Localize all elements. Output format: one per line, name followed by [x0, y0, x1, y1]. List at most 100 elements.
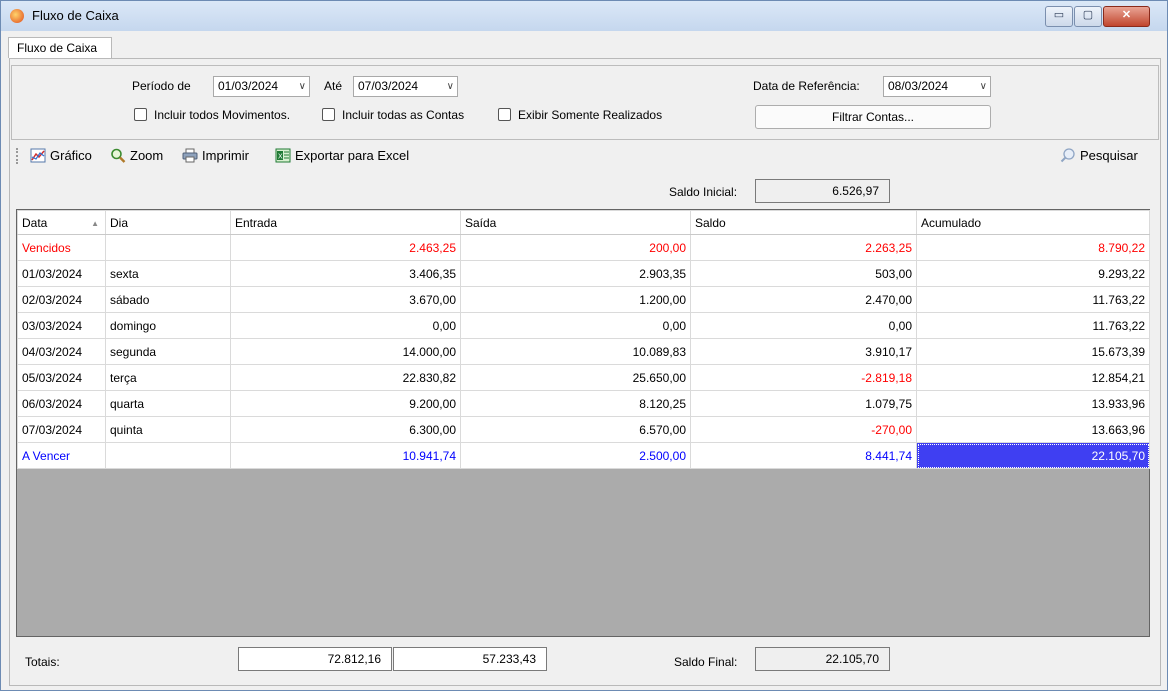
incluir-movimentos-checkbox[interactable]: Incluir todos Movimentos. [134, 108, 290, 124]
cell-dia[interactable]: terça [105, 364, 231, 391]
filtrar-contas-button[interactable]: Filtrar Contas... [755, 105, 991, 129]
cell-saida[interactable]: 0,00 [460, 312, 691, 339]
minimize-button[interactable]: ▭ [1045, 6, 1073, 27]
cell-dia[interactable]: sexta [105, 260, 231, 287]
column-header-saida[interactable]: Saída [460, 210, 691, 235]
periodo-label: Período de [132, 79, 191, 93]
zoom-button[interactable]: Zoom [110, 146, 163, 166]
table-row[interactable]: 03/03/2024 domingo 0,00 0,00 0,00 11.763… [17, 312, 1150, 339]
cell-saldo[interactable]: -270,00 [690, 416, 917, 443]
saldo-final-label: Saldo Final: [674, 655, 738, 669]
cell-entrada[interactable]: 10.941,74 [230, 442, 461, 469]
cell-saida[interactable]: 6.570,00 [460, 416, 691, 443]
cell-data[interactable]: 01/03/2024 [17, 260, 106, 287]
column-header-dia[interactable]: Dia [105, 210, 231, 235]
cell-saida[interactable]: 10.089,83 [460, 338, 691, 365]
data-referencia-label: Data de Referência: [753, 79, 860, 93]
cell-saldo[interactable]: 1.079,75 [690, 390, 917, 417]
exportar-excel-button[interactable]: X Exportar para Excel [275, 146, 409, 166]
table-row[interactable]: 06/03/2024 quarta 9.200,00 8.120,25 1.07… [17, 390, 1150, 417]
cell-saldo[interactable]: -2.819,18 [690, 364, 917, 391]
cell-dia[interactable]: quinta [105, 416, 231, 443]
maximize-button[interactable]: ▢ [1074, 6, 1102, 27]
cell-entrada[interactable]: 0,00 [230, 312, 461, 339]
table-row[interactable]: 07/03/2024 quinta 6.300,00 6.570,00 -270… [17, 416, 1150, 443]
cell-acumulado[interactable]: 15.673,39 [916, 338, 1150, 365]
cell-acumulado-selected[interactable]: 22.105,70 [916, 442, 1150, 469]
cell-data[interactable]: 06/03/2024 [17, 390, 106, 417]
cell-acumulado[interactable]: 13.663,96 [916, 416, 1150, 443]
cell-saida[interactable]: 1.200,00 [460, 286, 691, 313]
periodo-ate-date-picker[interactable]: 07/03/2024 ∨ [353, 76, 458, 97]
cell-data[interactable]: 02/03/2024 [17, 286, 106, 313]
saldo-inicial-label: Saldo Inicial: [669, 185, 738, 199]
cell-saida[interactable]: 2.500,00 [460, 442, 691, 469]
main-window: Fluxo de Caixa ▭ ▢ ✕ Fluxo de Caixa Perí… [0, 0, 1168, 691]
exibir-realizados-label: Exibir Somente Realizados [518, 108, 663, 122]
imprimir-label: Imprimir [202, 148, 249, 163]
cell-entrada[interactable]: 22.830,82 [230, 364, 461, 391]
cell-saldo[interactable]: 2.470,00 [690, 286, 917, 313]
grafico-button[interactable]: Gráfico [30, 146, 92, 166]
cell-saida[interactable]: 2.903,35 [460, 260, 691, 287]
cell-saldo[interactable]: 8.441,74 [690, 442, 917, 469]
app-icon [10, 9, 24, 23]
cash-flow-grid[interactable]: Data ▲ Dia Entrada Saída Saldo Acumulado … [16, 209, 1150, 637]
cell-dia[interactable]: segunda [105, 338, 231, 365]
cell-data[interactable]: A Vencer [17, 442, 106, 469]
cell-acumulado[interactable]: 13.933,96 [916, 390, 1150, 417]
checkbox-box[interactable] [322, 108, 335, 121]
cell-entrada[interactable]: 6.300,00 [230, 416, 461, 443]
cell-dia[interactable]: quarta [105, 390, 231, 417]
cell-saldo[interactable]: 2.263,25 [690, 234, 917, 261]
cell-entrada[interactable]: 3.406,35 [230, 260, 461, 287]
cell-data[interactable]: Vencidos [17, 234, 106, 261]
periodo-de-date-picker[interactable]: 01/03/2024 ∨ [213, 76, 310, 97]
tab-fluxo-de-caixa[interactable]: Fluxo de Caixa [8, 37, 112, 58]
data-referencia-date-picker[interactable]: 08/03/2024 ∨ [883, 76, 991, 97]
cell-dia[interactable] [105, 442, 231, 469]
cell-acumulado[interactable]: 12.854,21 [916, 364, 1150, 391]
incluir-contas-checkbox[interactable]: Incluir todas as Contas [322, 108, 464, 124]
column-header-acumulado[interactable]: Acumulado [916, 210, 1150, 235]
column-header-saldo[interactable]: Saldo [690, 210, 917, 235]
cell-data[interactable]: 07/03/2024 [17, 416, 106, 443]
cell-data[interactable]: 04/03/2024 [17, 338, 106, 365]
cell-acumulado[interactable]: 11.763,22 [916, 312, 1150, 339]
cell-saldo[interactable]: 503,00 [690, 260, 917, 287]
column-header-data[interactable]: Data ▲ [17, 210, 106, 235]
cell-entrada[interactable]: 14.000,00 [230, 338, 461, 365]
table-row[interactable]: 04/03/2024 segunda 14.000,00 10.089,83 3… [17, 338, 1150, 365]
cell-saida[interactable]: 25.650,00 [460, 364, 691, 391]
cell-acumulado[interactable]: 9.293,22 [916, 260, 1150, 287]
imprimir-button[interactable]: Imprimir [182, 146, 249, 166]
cell-dia[interactable]: sábado [105, 286, 231, 313]
checkbox-box[interactable] [498, 108, 511, 121]
column-header-entrada[interactable]: Entrada [230, 210, 461, 235]
table-row-vencidos[interactable]: Vencidos 2.463,25 200,00 2.263,25 8.790,… [17, 234, 1150, 261]
title-bar[interactable]: Fluxo de Caixa ▭ ▢ ✕ [1, 1, 1167, 31]
table-row-a-vencer[interactable]: A Vencer 10.941,74 2.500,00 8.441,74 22.… [17, 442, 1150, 469]
cell-saida[interactable]: 200,00 [460, 234, 691, 261]
cell-entrada[interactable]: 9.200,00 [230, 390, 461, 417]
cell-entrada[interactable]: 3.670,00 [230, 286, 461, 313]
cell-dia[interactable]: domingo [105, 312, 231, 339]
cell-acumulado[interactable]: 8.790,22 [916, 234, 1150, 261]
cell-data[interactable]: 05/03/2024 [17, 364, 106, 391]
cell-saida[interactable]: 8.120,25 [460, 390, 691, 417]
checkbox-box[interactable] [134, 108, 147, 121]
zoom-label: Zoom [130, 148, 164, 163]
exibir-realizados-checkbox[interactable]: Exibir Somente Realizados [498, 108, 662, 124]
cell-saldo[interactable]: 0,00 [690, 312, 917, 339]
cell-dia[interactable] [105, 234, 231, 261]
chevron-down-icon: ∨ [298, 81, 306, 92]
table-row[interactable]: 01/03/2024 sexta 3.406,35 2.903,35 503,0… [17, 260, 1150, 287]
cell-saldo[interactable]: 3.910,17 [690, 338, 917, 365]
table-row[interactable]: 02/03/2024 sábado 3.670,00 1.200,00 2.47… [17, 286, 1150, 313]
table-row[interactable]: 05/03/2024 terça 22.830,82 25.650,00 -2.… [17, 364, 1150, 391]
close-button[interactable]: ✕ [1103, 6, 1150, 27]
cell-data[interactable]: 03/03/2024 [17, 312, 106, 339]
cell-entrada[interactable]: 2.463,25 [230, 234, 461, 261]
pesquisar-button[interactable]: Pesquisar [1060, 146, 1138, 166]
cell-acumulado[interactable]: 11.763,22 [916, 286, 1150, 313]
